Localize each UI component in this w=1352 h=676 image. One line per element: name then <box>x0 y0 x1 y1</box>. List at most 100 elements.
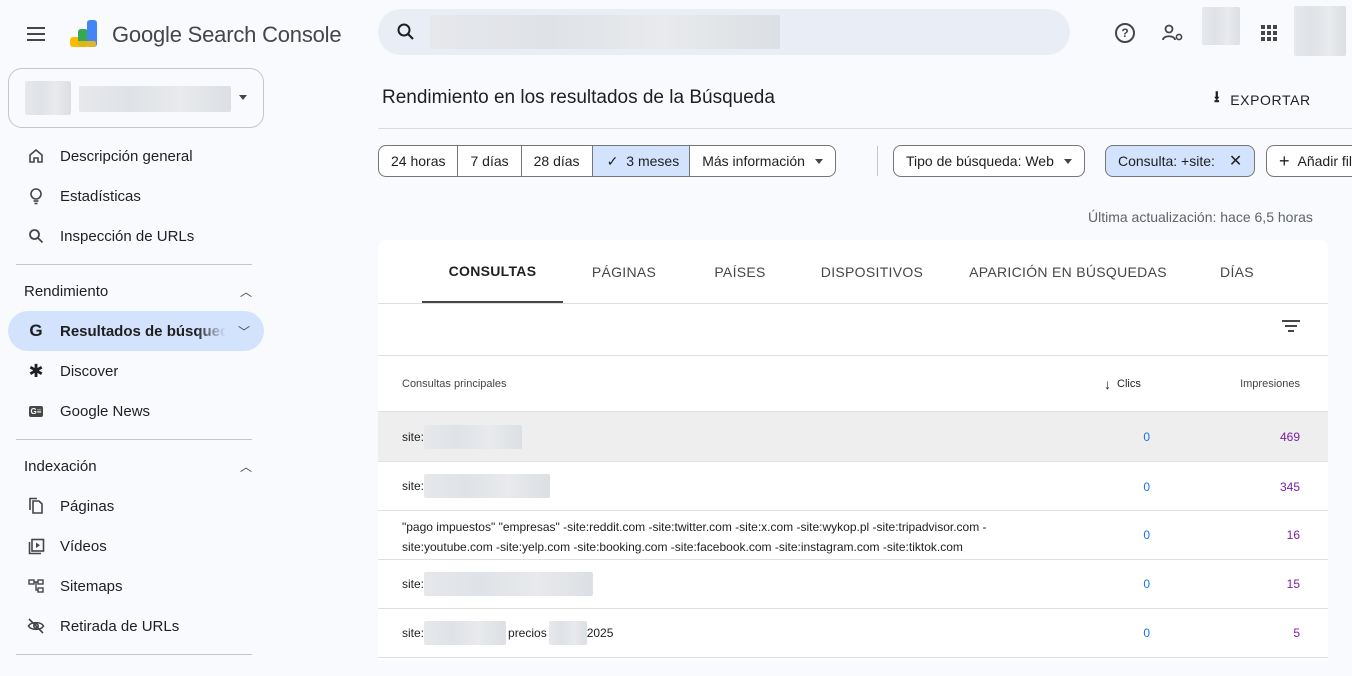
pages-icon <box>26 497 46 515</box>
search-type-filter[interactable]: Tipo de búsqueda: Web <box>893 145 1085 177</box>
check-icon: ✓ <box>606 152 619 169</box>
sitemap-icon <box>26 578 46 594</box>
section-performance[interactable]: Rendimiento ︿ <box>24 276 254 306</box>
export-button[interactable]: ⭳ EXPORTAR <box>1214 86 1311 113</box>
chip-label: Añadir filtro <box>1297 153 1352 169</box>
header-clicks[interactable]: ↓ Clics <box>1104 376 1141 392</box>
search-icon <box>397 23 414 40</box>
account-switcher[interactable] <box>1202 7 1240 45</box>
lightbulb-icon <box>26 187 46 205</box>
divider <box>16 439 252 440</box>
query-filter-chip[interactable]: Consulta: +site: ✕ <box>1105 145 1256 177</box>
sidebar-item-insights[interactable]: Estadísticas <box>8 176 264 216</box>
sidebar-item-label: Vídeos <box>60 537 107 555</box>
help-icon[interactable]: ? <box>1112 20 1138 46</box>
clicks-cell: 0 <box>1143 577 1150 591</box>
table-filter-row <box>378 304 1328 356</box>
tab-queries[interactable]: CONSULTAS <box>422 240 563 303</box>
avatar[interactable] <box>1294 6 1346 56</box>
chip-label: Tipo de búsqueda: Web <box>906 153 1054 169</box>
google-news-icon: G≡ <box>28 405 44 417</box>
sidebar-item-label: Sitemaps <box>60 577 123 595</box>
sidebar-item-label: Discover <box>60 362 119 380</box>
divider <box>877 146 878 176</box>
menu-icon[interactable] <box>20 20 52 48</box>
sidebar-item-label: Google News <box>60 402 151 420</box>
home-icon <box>26 148 46 164</box>
add-filter-button[interactable]: + Añadir filtro <box>1266 145 1352 177</box>
property-name <box>79 86 231 112</box>
page-title: Rendimiento en los resultados de la Búsq… <box>382 87 775 108</box>
chevron-up-icon: ︿ <box>239 459 252 474</box>
tab-countries[interactable]: PAÍSES <box>694 240 786 303</box>
header-queries: Consultas principales <box>402 378 507 390</box>
sidebar-item-google-news[interactable]: G≡ Google News <box>8 391 264 431</box>
export-label: EXPORTAR <box>1230 91 1311 108</box>
tab-bar: CONSULTAS PÁGINAS PAÍSES DISPOSITIVOS AP… <box>378 240 1328 304</box>
asterisk-icon: ✱ <box>28 360 44 381</box>
impressions-cell: 5 <box>1293 626 1300 640</box>
section-indexing[interactable]: Indexación ︿ <box>24 451 254 481</box>
tab-pages[interactable]: PÁGINAS <box>578 240 670 303</box>
impressions-cell: 15 <box>1286 577 1300 591</box>
results-card: CONSULTAS PÁGINAS PAÍSES DISPOSITIVOS AP… <box>378 240 1328 660</box>
sidebar-item-overview[interactable]: Descripción general <box>8 136 264 176</box>
section-title: Rendimiento <box>24 282 109 300</box>
search-input[interactable] <box>430 15 780 49</box>
table-row[interactable]: site: precios 2025 0 5 <box>378 609 1328 658</box>
tab-dates[interactable]: DÍAS <box>1198 240 1276 303</box>
sidebar-item-label: Páginas <box>60 497 115 515</box>
person-gear-icon <box>1162 24 1183 41</box>
clicks-cell: 0 <box>1143 626 1150 640</box>
table-row[interactable]: "pago impuestos" "empresas" -site:reddit… <box>378 511 1328 560</box>
app-title[interactable]: Google Search Console <box>112 22 342 48</box>
date-range-more[interactable]: Más información <box>690 146 835 176</box>
sidebar-item-url-inspection[interactable]: Inspección de URLs <box>8 216 264 256</box>
table-row[interactable]: site: 0 469 <box>378 412 1328 462</box>
query-cell: site: <box>402 474 551 498</box>
tab-devices[interactable]: DISPOSITIVOS <box>810 240 934 303</box>
tab-search-appearance[interactable]: APARICIÓN EN BÚSQUEDAS <box>968 240 1168 303</box>
add-filter-clip: + Añadir filtro <box>1266 145 1352 177</box>
query-cell: site: precios 2025 <box>402 621 613 645</box>
chevron-down-icon <box>1063 158 1072 164</box>
last-updated: Última actualización: hace 6,5 horas <box>1088 209 1313 225</box>
sidebar-item-search-results[interactable]: G Resultados de búsqueda ﹀ <box>8 311 264 351</box>
filter-icon[interactable] <box>1282 320 1300 336</box>
close-icon[interactable]: ✕ <box>1229 151 1242 171</box>
chip-label: Consulta: +site: <box>1118 153 1215 169</box>
admin-settings-icon[interactable] <box>1160 20 1186 46</box>
google-g-icon: G <box>29 321 43 340</box>
visibility-off-icon <box>26 618 46 634</box>
arrow-down-icon: ↓ <box>1104 376 1111 392</box>
clicks-cell: 0 <box>1143 430 1150 444</box>
date-range-3m[interactable]: ✓ 3 meses <box>592 146 691 176</box>
property-icon <box>25 81 71 115</box>
date-range-24h[interactable]: 24 horas <box>379 146 459 176</box>
chevron-down-icon <box>814 158 823 164</box>
search-bar[interactable] <box>378 9 1070 55</box>
date-range-7d[interactable]: 7 días <box>458 146 522 176</box>
impressions-cell: 345 <box>1279 480 1300 494</box>
date-range-28d[interactable]: 28 días <box>522 146 593 176</box>
sidebar-item-pages[interactable]: Páginas <box>8 486 264 526</box>
table-row[interactable]: site: 0 15 <box>378 560 1328 609</box>
chevron-down-icon[interactable]: ﹀ <box>238 323 250 340</box>
table-row[interactable]: site: 0 345 <box>378 462 1328 511</box>
sidebar-item-label: Retirada de URLs <box>60 617 180 635</box>
header-impressions[interactable]: Impresiones <box>1240 378 1300 390</box>
sidebar-item-videos[interactable]: Vídeos <box>8 526 264 566</box>
section-title: Indexación <box>24 457 97 475</box>
table-header: Consultas principales ↓ Clics Impresione… <box>378 356 1328 412</box>
divider <box>378 128 1352 129</box>
sidebar-item-discover[interactable]: ✱ Discover <box>8 351 264 391</box>
apps-grid-icon[interactable] <box>1256 20 1282 46</box>
sidebar-item-label: Inspección de URLs <box>60 227 195 245</box>
property-selector[interactable] <box>8 68 264 128</box>
sidebar-item-removals[interactable]: Retirada de URLs <box>8 606 264 646</box>
clicks-cell: 0 <box>1143 480 1150 494</box>
top-app-bar: Google Search Console ? <box>0 0 1352 70</box>
search-console-logo[interactable] <box>68 17 102 51</box>
sidebar-item-sitemaps[interactable]: Sitemaps <box>8 566 264 606</box>
impressions-cell: 469 <box>1279 430 1300 444</box>
